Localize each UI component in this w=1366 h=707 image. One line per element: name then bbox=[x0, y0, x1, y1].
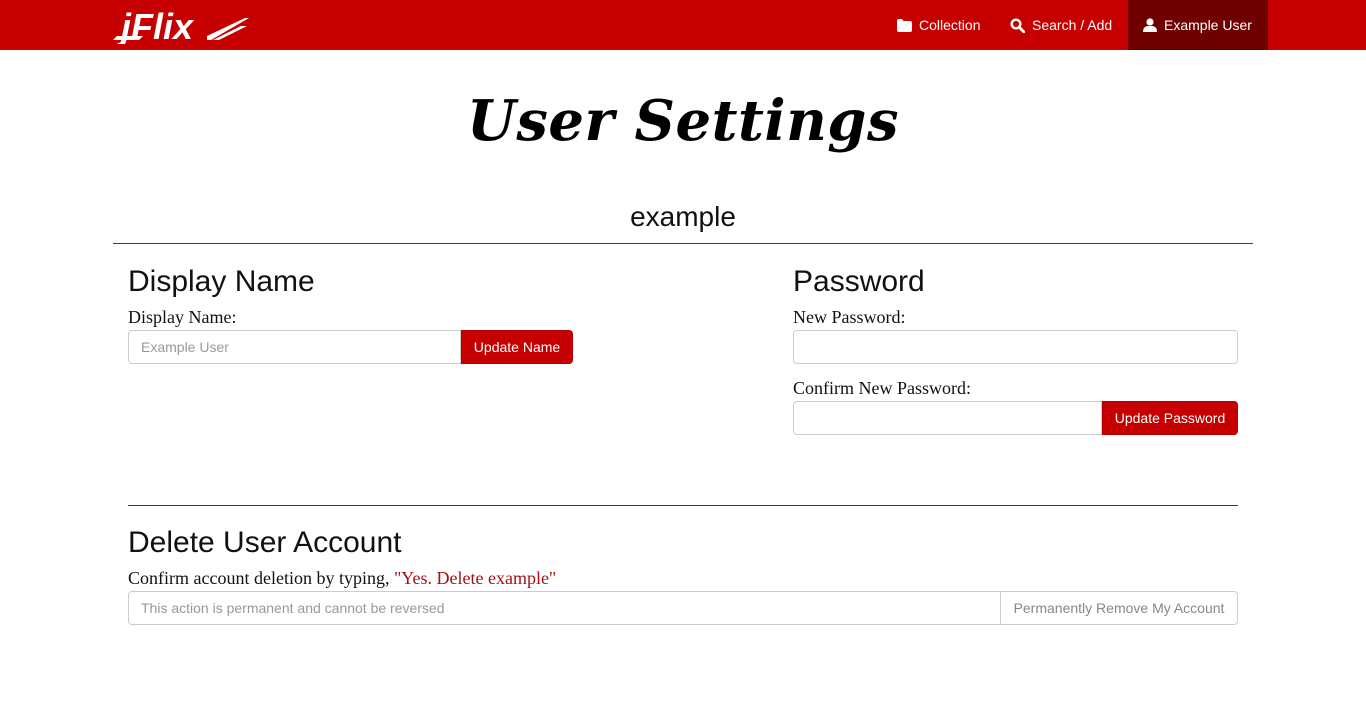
nav-user-label: Example User bbox=[1164, 17, 1252, 33]
remove-account-button[interactable]: Permanently Remove My Account bbox=[1000, 591, 1238, 625]
new-password-label: New Password: bbox=[793, 307, 906, 327]
nav-collection-label: Collection bbox=[919, 17, 981, 33]
display-name-heading: Display Name bbox=[128, 265, 315, 298]
delete-confirm-input[interactable] bbox=[128, 591, 1001, 625]
update-name-button[interactable]: Update Name bbox=[461, 330, 573, 364]
delete-instruction: Confirm account deletion by typing, "Yes… bbox=[128, 568, 556, 589]
delete-confirm-phrase: "Yes. Delete example" bbox=[393, 568, 557, 588]
header-divider bbox=[113, 243, 1253, 244]
password-heading: Password bbox=[793, 265, 925, 298]
confirm-password-label: Confirm New Password: bbox=[793, 378, 971, 398]
logo-text: jFlix bbox=[117, 6, 195, 44]
folder-icon bbox=[897, 18, 912, 32]
display-name-label: Display Name: bbox=[128, 307, 237, 327]
update-password-button[interactable]: Update Password bbox=[1102, 401, 1238, 435]
confirm-password-input[interactable] bbox=[793, 401, 1102, 435]
page-title: User Settings bbox=[467, 88, 899, 154]
nav-search-add[interactable]: Search / Add bbox=[1010, 0, 1112, 50]
new-password-input[interactable] bbox=[793, 330, 1238, 364]
user-icon bbox=[1143, 18, 1157, 32]
jflix-logo[interactable]: jFlix bbox=[113, 6, 249, 44]
section-divider bbox=[128, 505, 1238, 506]
nav-user-account[interactable]: Example User bbox=[1128, 0, 1268, 50]
nav-collection[interactable]: Collection bbox=[897, 0, 980, 50]
nav-search-add-label: Search / Add bbox=[1032, 17, 1113, 33]
delete-instruction-text: Confirm account deletion by typing, bbox=[128, 568, 394, 588]
account-username: example bbox=[630, 201, 736, 232]
display-name-input[interactable] bbox=[128, 330, 461, 364]
top-navbar: jFlix Collection Search / Add Example Us… bbox=[0, 0, 1366, 50]
search-icon bbox=[1010, 17, 1025, 33]
delete-account-heading: Delete User Account bbox=[128, 526, 402, 559]
